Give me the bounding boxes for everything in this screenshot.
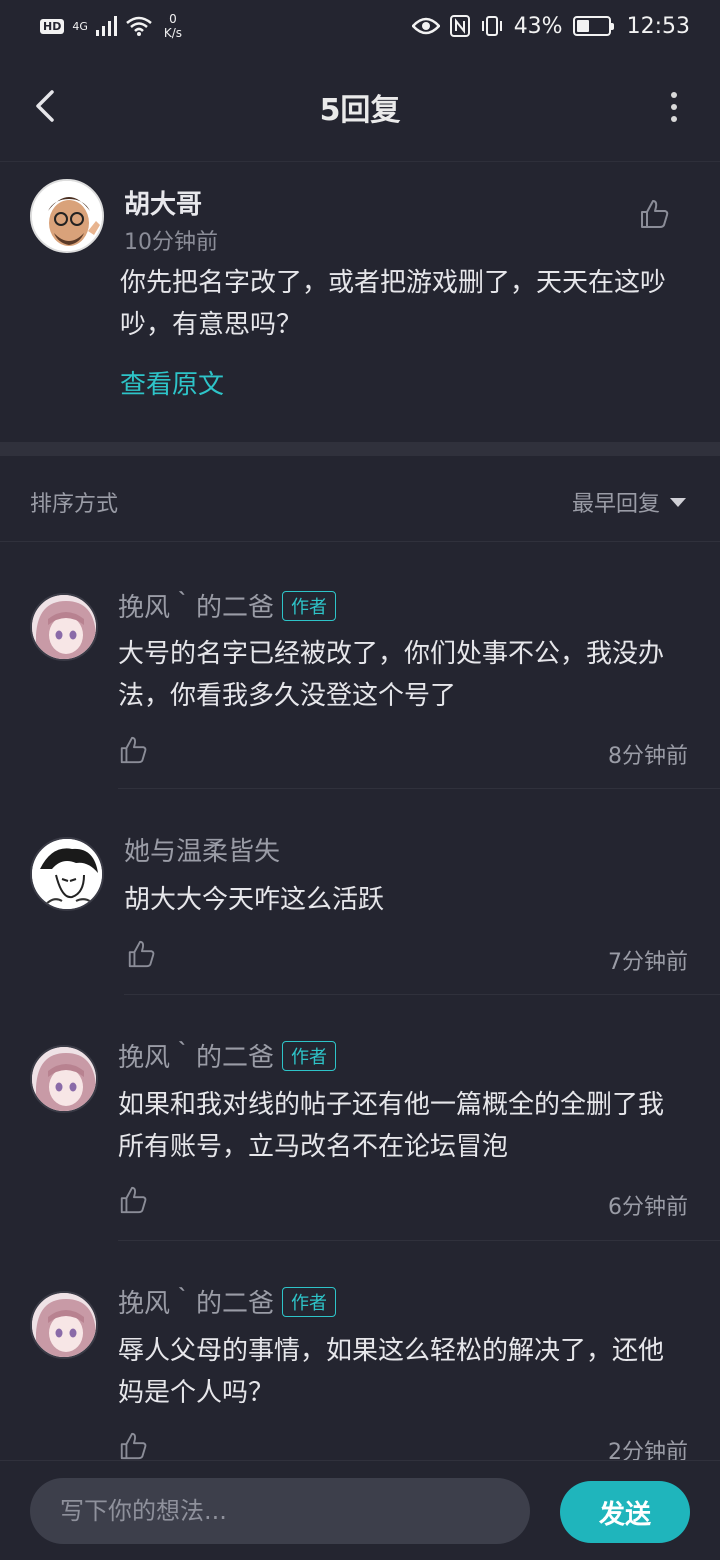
avatar[interactable] <box>30 837 104 911</box>
section-divider <box>0 442 720 456</box>
sort-label: 排序方式 <box>30 492 119 517</box>
status-bar: HD 4G 0 K/s 43% 12:53 <box>0 0 720 52</box>
author-name[interactable]: 胡大哥 <box>124 184 202 221</box>
avatar[interactable] <box>30 1045 98 1113</box>
view-original-link[interactable]: 查看原文 <box>120 364 224 401</box>
nfc-icon <box>449 15 470 37</box>
avatar[interactable] <box>30 593 98 661</box>
clock: 12:53 <box>626 13 690 39</box>
thumbs-up-icon[interactable] <box>118 1431 148 1461</box>
reply-item: 挽风｀的二爸 作者 大号的名字已经被改了，你们处事不公，我没办法，你看我多久没登… <box>0 543 720 789</box>
signal-icon <box>95 16 117 36</box>
reply-text: 胡大大今天咋这么活跃 <box>124 885 385 915</box>
post-time: 10分钟前 <box>124 230 218 255</box>
page-title: 5回复 <box>319 92 401 128</box>
reply-item: 挽风｀的二爸 作者 如果和我对线的帖子还有他一篇概全的全删了我所有账号，立马改名… <box>0 995 720 1241</box>
reply-author[interactable]: 挽风｀的二爸 <box>118 1283 274 1320</box>
reply-time: 7分钟前 <box>608 950 688 975</box>
author-badge: 作者 <box>282 1286 337 1317</box>
reply-author[interactable]: 她与温柔皆失 <box>124 831 280 868</box>
wifi-icon <box>126 16 152 36</box>
reply-text: 如果和我对线的帖子还有他一篇概全的全删了我所有账号，立马改名不在论坛冒泡 <box>118 1090 665 1162</box>
back-arrow-icon[interactable] <box>28 86 68 126</box>
caret-down-icon <box>670 497 686 507</box>
network-type: 4G <box>72 19 88 33</box>
sort-bar: 排序方式 最早回复 <box>0 456 720 542</box>
net-speed: 0 K/s <box>164 12 182 40</box>
thumbs-up-icon[interactable] <box>118 735 148 765</box>
post-text: 你先把名字改了，或者把游戏删了，天天在这吵吵，有意思吗？ <box>120 268 667 340</box>
thumbs-up-icon[interactable] <box>118 1185 148 1215</box>
comment-input[interactable] <box>30 1478 530 1544</box>
send-button[interactable]: 发送 <box>560 1481 690 1543</box>
sort-selected: 最早回复 <box>571 492 660 517</box>
comment-bar: 发送 <box>0 1460 720 1560</box>
net-speed-value: 0 <box>169 12 177 26</box>
top-app-bar: 5回复 <box>0 52 720 162</box>
vibrate-icon <box>481 16 502 36</box>
thumbs-up-icon[interactable] <box>126 939 156 969</box>
net-speed-unit: K/s <box>163 26 183 40</box>
sort-dropdown[interactable]: 最早回复 <box>572 486 686 518</box>
reply-time: 8分钟前 <box>608 744 688 769</box>
reply-author[interactable]: 挽风｀的二爸 <box>118 587 274 624</box>
reply-text: 辱人父母的事情，如果这么轻松的解决了，还他妈是个人吗？ <box>118 1336 665 1408</box>
eye-icon <box>411 17 440 35</box>
reply-author[interactable]: 挽风｀的二爸 <box>118 1037 274 1074</box>
hd-badge: HD <box>40 18 65 34</box>
more-menu-icon[interactable] <box>668 92 680 122</box>
avatar[interactable] <box>30 179 104 253</box>
author-badge: 作者 <box>282 1040 337 1071</box>
avatar[interactable] <box>30 1291 98 1359</box>
reply-item: 她与温柔皆失 胡大大今天咋这么活跃 7分钟前 <box>0 789 720 995</box>
battery-percent: 43% <box>513 13 563 39</box>
author-badge: 作者 <box>282 590 337 621</box>
reply-text: 大号的名字已经被改了，你们处事不公，我没办法，你看我多久没登这个号了 <box>118 639 665 711</box>
original-comment: 胡大哥 10分钟前 你先把名字改了，或者把游戏删了，天天在这吵吵，有意思吗？ 查… <box>0 162 720 442</box>
reply-time: 6分钟前 <box>608 1195 688 1220</box>
thumbs-up-icon[interactable] <box>638 198 670 230</box>
reply-item: 挽风｀的二爸 作者 辱人父母的事情，如果这么轻松的解决了，还他妈是个人吗？ 2分… <box>0 1241 720 1465</box>
battery-icon <box>572 16 614 36</box>
